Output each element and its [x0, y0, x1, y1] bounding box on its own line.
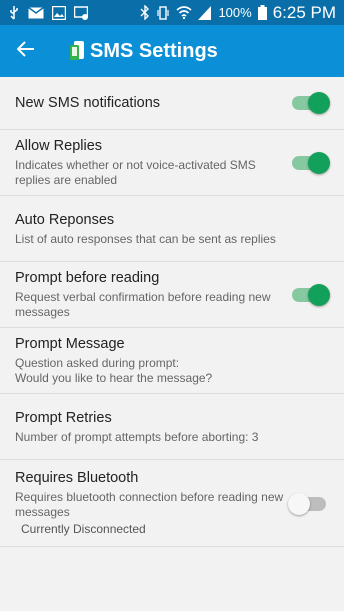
image-icon — [52, 5, 66, 21]
setting-requires-bluetooth[interactable]: Requires Bluetooth Requires bluetooth co… — [0, 460, 344, 547]
settings-list: New SMS notifications Allow Replies Indi… — [0, 77, 344, 547]
allow-replies-toggle[interactable] — [292, 152, 330, 174]
bluetooth-icon — [140, 5, 150, 21]
mail-icon — [28, 5, 44, 21]
requires-bluetooth-toggle[interactable] — [288, 493, 326, 515]
setting-prompt-before-reading[interactable]: Prompt before reading Request verbal con… — [0, 262, 344, 328]
setting-title: Prompt Retries — [15, 409, 112, 426]
toggle-knob — [288, 493, 310, 515]
setting-summary-line2: Would you like to hear the message? — [15, 371, 213, 385]
back-button[interactable] — [0, 25, 52, 77]
wifi-icon — [176, 5, 192, 21]
toggle-knob — [308, 152, 330, 174]
battery-percent: 100% — [218, 5, 252, 20]
new-sms-notifications-toggle[interactable] — [292, 92, 330, 114]
arrow-back-icon — [16, 40, 35, 62]
setting-title: Auto Reponses — [15, 211, 115, 228]
setting-auto-responses[interactable]: Auto Reponses List of auto responses tha… — [0, 196, 344, 262]
setting-summary: Requires bluetooth connection before rea… — [15, 490, 284, 519]
setting-summary: Request verbal confirmation before readi… — [15, 290, 271, 319]
setting-new-sms-notifications[interactable]: New SMS notifications — [0, 77, 344, 130]
toggle-knob — [308, 284, 330, 306]
setting-prompt-retries[interactable]: Prompt Retries Number of prompt attempts… — [0, 394, 344, 460]
bluetooth-status: Currently Disconnected — [21, 522, 146, 536]
setting-summary: List of auto responses that can be sent … — [15, 231, 276, 246]
setting-title: New SMS notifications — [15, 95, 161, 111]
battery-icon — [257, 5, 267, 21]
setting-allow-replies[interactable]: Allow Replies Indicates whether or not v… — [0, 130, 344, 196]
prompt-before-reading-toggle[interactable] — [292, 284, 330, 306]
vibrate-icon — [156, 5, 170, 21]
toggle-knob — [308, 92, 330, 114]
app-bar: SMS Settings — [0, 25, 344, 77]
usb-icon — [8, 5, 20, 21]
setting-title: Prompt before reading — [15, 270, 160, 286]
setting-title: Prompt Message — [15, 336, 125, 352]
setting-title: Requires Bluetooth — [15, 470, 139, 486]
status-bar: 100% 6:25 PM — [0, 0, 344, 25]
screen-icon — [74, 5, 88, 21]
setting-prompt-message[interactable]: Prompt Message Question asked during pro… — [0, 328, 344, 394]
setting-summary: Number of prompt attempts before abortin… — [15, 429, 259, 444]
setting-title: Allow Replies — [15, 138, 103, 154]
setting-summary: Question asked during prompt: — [15, 356, 180, 370]
setting-summary: Indicates whether or not voice-activated… — [15, 158, 256, 187]
signal-icon — [198, 5, 212, 21]
status-time: 6:25 PM — [272, 2, 336, 22]
page-title: SMS Settings — [90, 39, 218, 62]
phone-app-icon — [70, 41, 86, 61]
